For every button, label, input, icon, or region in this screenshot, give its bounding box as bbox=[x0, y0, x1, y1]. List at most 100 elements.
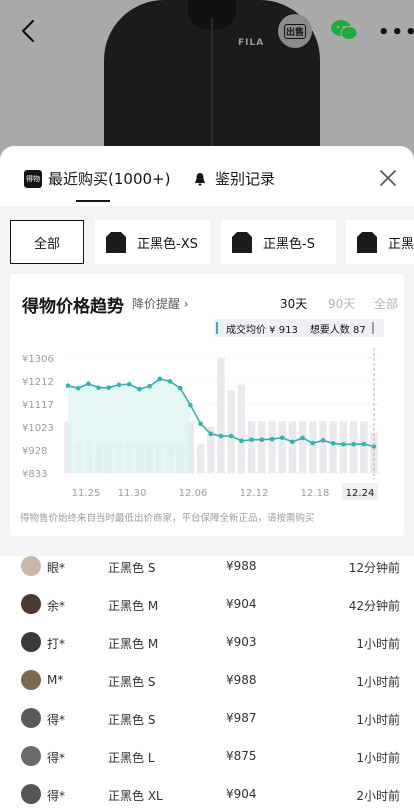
tab-authentication-records-label: 鉴别记录 bbox=[215, 170, 276, 188]
want-count-bar bbox=[278, 421, 286, 473]
more-icon[interactable]: ••• bbox=[378, 22, 414, 43]
trend-disclaimer: 得物售价始终来自当时最低出价商家，平台保障全新正品，请按需购买 bbox=[20, 513, 315, 524]
price-point bbox=[341, 442, 346, 447]
wechat-share-icon[interactable] bbox=[330, 18, 358, 42]
trade-sku: 正黑色 L bbox=[108, 751, 155, 765]
tab-authentication-records[interactable]: 鉴别记录 bbox=[194, 168, 275, 189]
want-count-bar bbox=[329, 421, 337, 473]
tab-recent-purchases[interactable]: 得物 最近购买(1000+) bbox=[24, 168, 170, 189]
avatar bbox=[21, 670, 41, 690]
price-point bbox=[126, 381, 132, 387]
filter-black-s[interactable]: 正黑色-S bbox=[221, 220, 336, 264]
trade-sku: 正黑色 M bbox=[108, 599, 159, 613]
dewu-logo-icon: 得物 bbox=[24, 169, 42, 188]
close-icon[interactable] bbox=[378, 168, 398, 188]
sheet-tabs: 得物 最近购买(1000+) 鉴别记录 bbox=[0, 146, 414, 206]
y-tick-label: ¥1306 bbox=[22, 354, 54, 365]
want-count-marker bbox=[371, 322, 374, 334]
trade-row: 余* 正黑色 M ¥904 42分钟前 bbox=[0, 586, 414, 624]
want-count-bar bbox=[298, 421, 307, 473]
price-point bbox=[259, 437, 265, 442]
price-point bbox=[228, 433, 234, 439]
y-tick-label: ¥1117 bbox=[22, 400, 54, 411]
trade-time: 1小时前 bbox=[356, 751, 400, 765]
trade-price: ¥904 bbox=[226, 787, 257, 801]
want-count-bar bbox=[258, 421, 266, 473]
avatar bbox=[21, 556, 41, 576]
want-count-bar bbox=[268, 421, 276, 473]
want-count-bar bbox=[360, 421, 368, 473]
trade-time: 1小时前 bbox=[356, 637, 400, 651]
avatar bbox=[21, 784, 41, 804]
price-point bbox=[310, 440, 316, 446]
trade-sku: 正黑色 S bbox=[108, 561, 156, 575]
active-tab-indicator bbox=[76, 200, 110, 202]
price-point bbox=[290, 439, 295, 445]
trade-price: ¥903 bbox=[226, 635, 257, 649]
period-90-days[interactable]: 90天 bbox=[328, 295, 355, 312]
price-point bbox=[147, 383, 152, 389]
x-tick-label: 12.18 bbox=[301, 488, 330, 499]
price-point bbox=[157, 376, 163, 382]
trade-user: 余* bbox=[47, 599, 66, 613]
period-30-days[interactable]: 30天 bbox=[280, 295, 307, 312]
price-point bbox=[188, 402, 193, 408]
trade-row: M* 正黑色 S ¥988 1小时前 bbox=[0, 662, 414, 700]
trade-user: 眼* bbox=[47, 561, 66, 575]
price-point bbox=[177, 385, 183, 391]
price-drop-reminder-link[interactable]: 降价提醒 › bbox=[132, 295, 189, 312]
filter-black-partial-label: 正黑 bbox=[388, 236, 414, 252]
recent-trades-list: 眼* 正黑色 S ¥988 12分钟前 余* 正黑色 M ¥904 42分钟前 打* 正黑色 M ¥… bbox=[0, 548, 414, 809]
want-count-bar bbox=[319, 421, 327, 473]
price-point bbox=[330, 441, 336, 446]
price-point bbox=[239, 438, 244, 444]
y-tick-label: ¥833 bbox=[22, 469, 47, 480]
price-point bbox=[116, 382, 122, 388]
product-hero: FILA 出售 ••• bbox=[0, 0, 414, 160]
price-trend-card: 得物价格趋势 降价提醒 › 30天 90天 全部 成交均价 ¥ 913 想要人数… bbox=[10, 274, 404, 536]
price-point bbox=[208, 431, 214, 437]
filter-all[interactable]: 全部 bbox=[10, 220, 84, 264]
filter-black-xs-label: 正黑色-XS bbox=[137, 236, 198, 252]
price-point bbox=[269, 436, 275, 442]
trade-row: 打* 正黑色 M ¥903 1小时前 bbox=[0, 624, 414, 662]
brand-logo-text: FILA bbox=[238, 38, 265, 48]
trade-price: ¥988 bbox=[226, 673, 257, 687]
recent-purchases-sheet: 得物 最近购买(1000+) 鉴别记录 全部 正黑色-XS 正黑色-S 正黑 得… bbox=[0, 146, 414, 809]
filter-black-partial[interactable]: 正黑 bbox=[346, 220, 414, 264]
price-point bbox=[198, 421, 203, 426]
price-point bbox=[218, 433, 224, 439]
sell-button[interactable]: 出售 bbox=[278, 14, 312, 48]
trade-user: M* bbox=[47, 673, 64, 687]
trade-sku: 正黑色 XL bbox=[108, 789, 163, 803]
period-all[interactable]: 全部 bbox=[374, 295, 398, 312]
trend-legend: 成交均价 ¥ 913 想要人数 87 bbox=[214, 319, 384, 337]
jacket-thumbnail-icon bbox=[357, 232, 377, 253]
tab-recent-purchases-label: 最近购买(1000+) bbox=[48, 170, 171, 188]
trade-time: 42分钟前 bbox=[348, 599, 400, 613]
want-count-label: 想要人数 87 bbox=[309, 324, 366, 336]
y-tick-label: ¥928 bbox=[22, 446, 47, 457]
avatar bbox=[21, 594, 41, 614]
avatar bbox=[21, 632, 41, 652]
filter-all-label: 全部 bbox=[33, 236, 60, 252]
trade-user: 打* bbox=[47, 637, 66, 651]
price-point bbox=[137, 386, 142, 392]
back-icon[interactable] bbox=[18, 18, 42, 44]
trade-row: 得* 正黑色 L ¥875 1小时前 bbox=[0, 738, 414, 776]
trade-time: 2小时前 bbox=[356, 789, 400, 803]
avg-price-label: 成交均价 ¥ 913 bbox=[226, 324, 298, 336]
want-count-bar bbox=[217, 358, 225, 473]
trade-time: 1小时前 bbox=[356, 675, 400, 689]
size-filter-bar: 全部 正黑色-XS 正黑色-S 正黑 bbox=[0, 206, 414, 276]
price-point bbox=[320, 438, 326, 443]
filter-black-xs[interactable]: 正黑色-XS bbox=[95, 220, 210, 264]
trade-time: 1小时前 bbox=[356, 713, 400, 727]
sell-label: 出售 bbox=[283, 23, 306, 39]
trade-price: ¥875 bbox=[226, 749, 257, 763]
price-trend-chart[interactable]: ¥1306 ¥1212 ¥1117 ¥1023 ¥928 ¥833 11.25 11.30 12… bbox=[10, 340, 404, 500]
want-count-bar bbox=[349, 421, 358, 473]
price-point bbox=[249, 437, 254, 442]
price-point bbox=[300, 435, 305, 441]
trade-price: ¥988 bbox=[226, 559, 257, 573]
